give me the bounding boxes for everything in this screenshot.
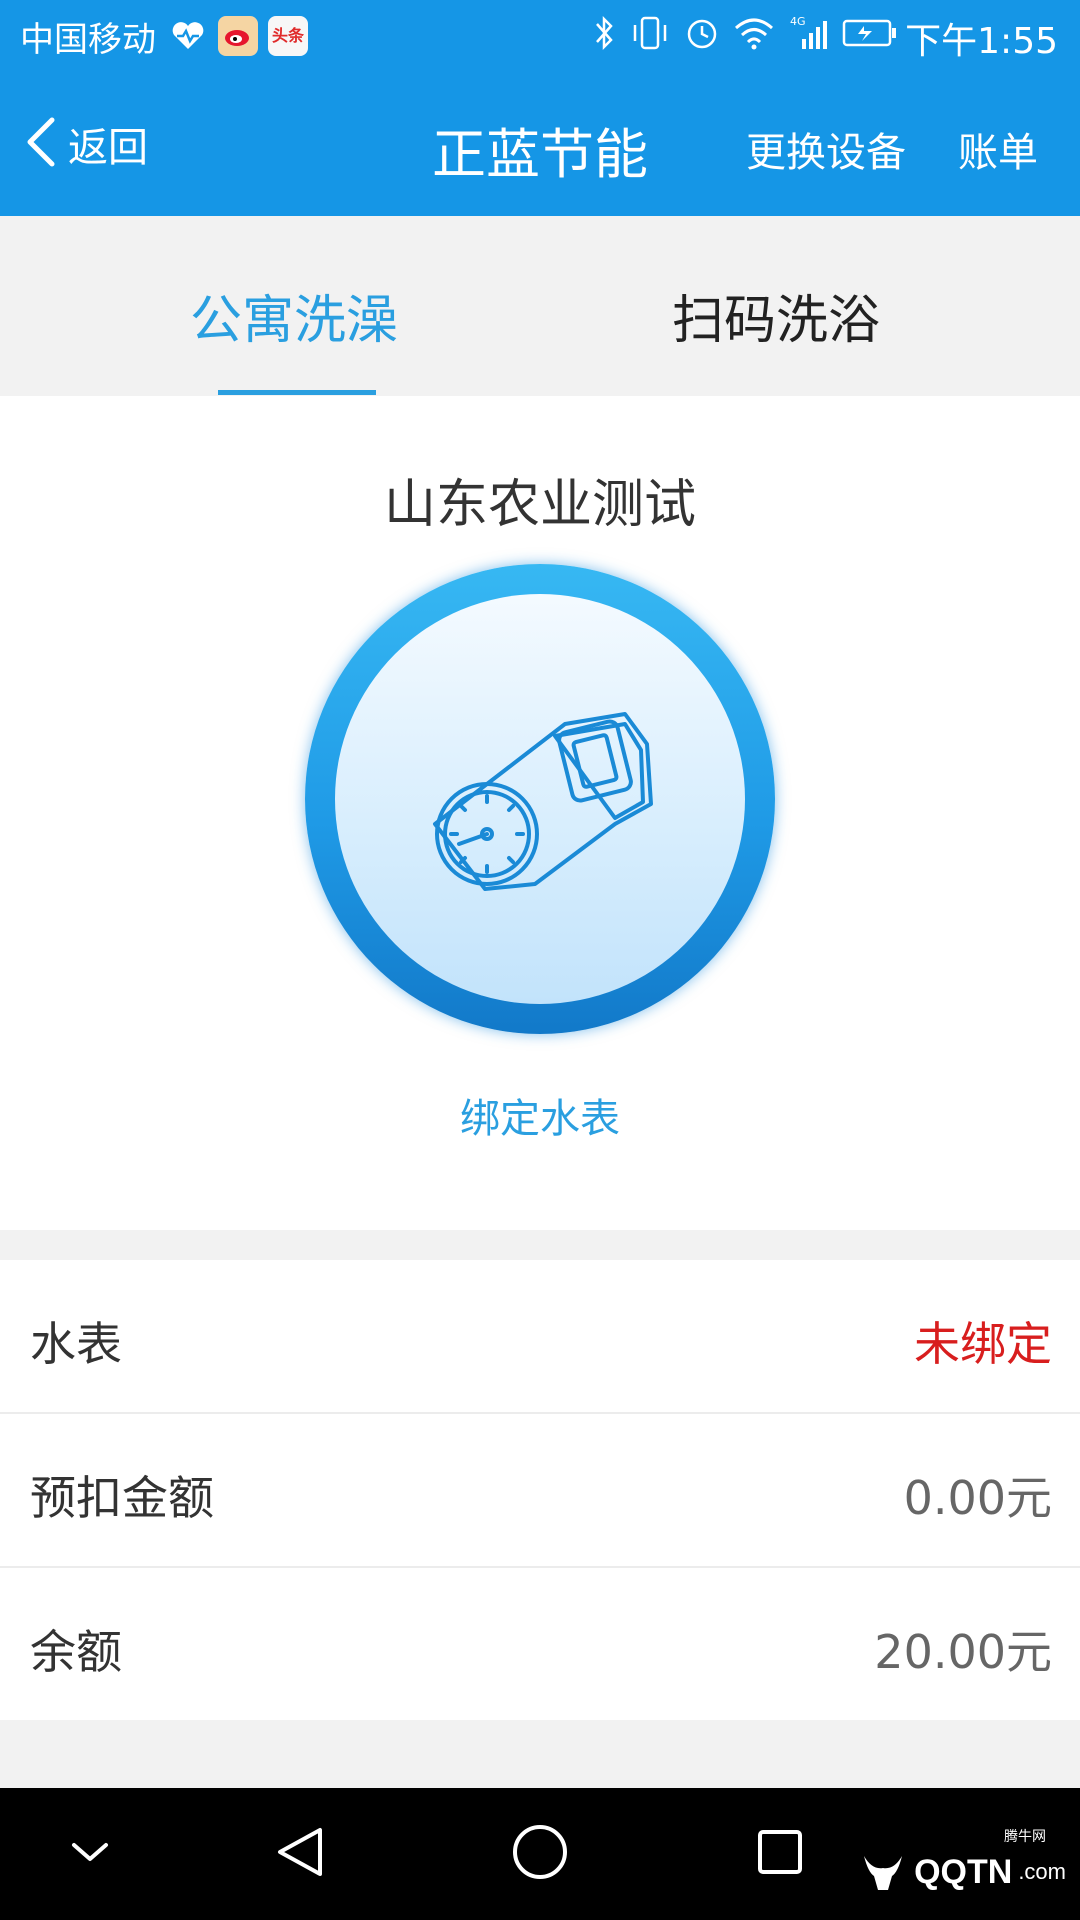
info-row-balance: 余额 20.00元 bbox=[0, 1568, 1080, 1720]
bull-logo-icon bbox=[858, 1848, 908, 1896]
triangle-back-icon bbox=[272, 1824, 328, 1884]
status-bar: 中国移动 头条 4G 下午1:55 bbox=[0, 0, 1080, 72]
bluetooth-icon bbox=[594, 14, 616, 56]
signal-icon: 4G bbox=[788, 15, 828, 55]
water-meter-icon bbox=[415, 684, 665, 918]
clock: 下午1:55 bbox=[905, 21, 1058, 62]
watermark-small-text: 腾牛网 bbox=[1004, 1829, 1046, 1845]
change-device-button[interactable]: 更换设备 bbox=[746, 120, 906, 178]
carrier-label: 中国移动 bbox=[20, 20, 156, 60]
info-row-meter: 水表 未绑定 bbox=[0, 1260, 1080, 1414]
meter-circle-inner bbox=[335, 594, 745, 1004]
chevron-down-icon bbox=[68, 1837, 112, 1871]
square-recents-icon bbox=[752, 1824, 808, 1884]
vibrate-icon bbox=[630, 15, 670, 55]
alarm-icon bbox=[684, 15, 720, 55]
watermark-brand: QQTN bbox=[914, 1852, 1013, 1891]
system-icons: 4G bbox=[594, 14, 898, 56]
page-title: 正蓝节能 bbox=[432, 123, 648, 186]
tab-active-indicator bbox=[218, 390, 376, 395]
recents-nav-button[interactable] bbox=[748, 1822, 812, 1886]
balance-value: 20.00元 bbox=[874, 1625, 1052, 1679]
info-list: 水表 未绑定 预扣金额 0.00元 余额 20.00元 bbox=[0, 1260, 1080, 1720]
battery-icon bbox=[842, 18, 898, 52]
home-nav-button[interactable] bbox=[508, 1822, 572, 1886]
hide-keyboard-button[interactable] bbox=[58, 1822, 122, 1886]
navbar: 返回 正蓝节能 更换设备 账单 bbox=[0, 72, 1080, 216]
tab-apartment-shower[interactable]: 公寓洗澡 bbox=[190, 278, 398, 353]
bind-meter-link[interactable]: 绑定水表 bbox=[0, 1086, 1080, 1144]
meter-status: 未绑定 bbox=[914, 1317, 1052, 1371]
wifi-icon bbox=[734, 16, 774, 54]
bill-button[interactable]: 账单 bbox=[958, 120, 1038, 178]
back-nav-button[interactable] bbox=[268, 1822, 332, 1886]
device-card: 山东农业测试 绑定水表 bbox=[0, 396, 1080, 1230]
tab-bar: 公寓洗澡 扫码洗浴 bbox=[0, 216, 1080, 396]
weibo-icon bbox=[218, 16, 258, 56]
tab-scan-shower[interactable]: 扫码洗浴 bbox=[672, 278, 880, 353]
device-name: 山东农业测试 bbox=[383, 475, 696, 535]
notification-icons: 头条 bbox=[168, 16, 308, 56]
balance-label: 余额 bbox=[30, 1625, 122, 1679]
info-row-deposit: 预扣金额 0.00元 bbox=[0, 1414, 1080, 1568]
water-meter-button[interactable] bbox=[305, 564, 775, 1034]
circle-home-icon bbox=[510, 1822, 570, 1886]
deposit-label: 预扣金额 bbox=[30, 1471, 214, 1525]
system-nav-bar: QQTN .com 腾牛网 bbox=[0, 1788, 1080, 1920]
toutiao-icon: 头条 bbox=[268, 16, 308, 56]
watermark: QQTN .com 腾牛网 bbox=[858, 1829, 1066, 1896]
watermark-suffix: .com bbox=[1018, 1859, 1066, 1884]
deposit-value: 0.00元 bbox=[903, 1471, 1052, 1525]
health-heart-icon bbox=[168, 16, 208, 56]
meter-label: 水表 bbox=[30, 1317, 122, 1371]
svg-text:4G: 4G bbox=[790, 15, 806, 28]
